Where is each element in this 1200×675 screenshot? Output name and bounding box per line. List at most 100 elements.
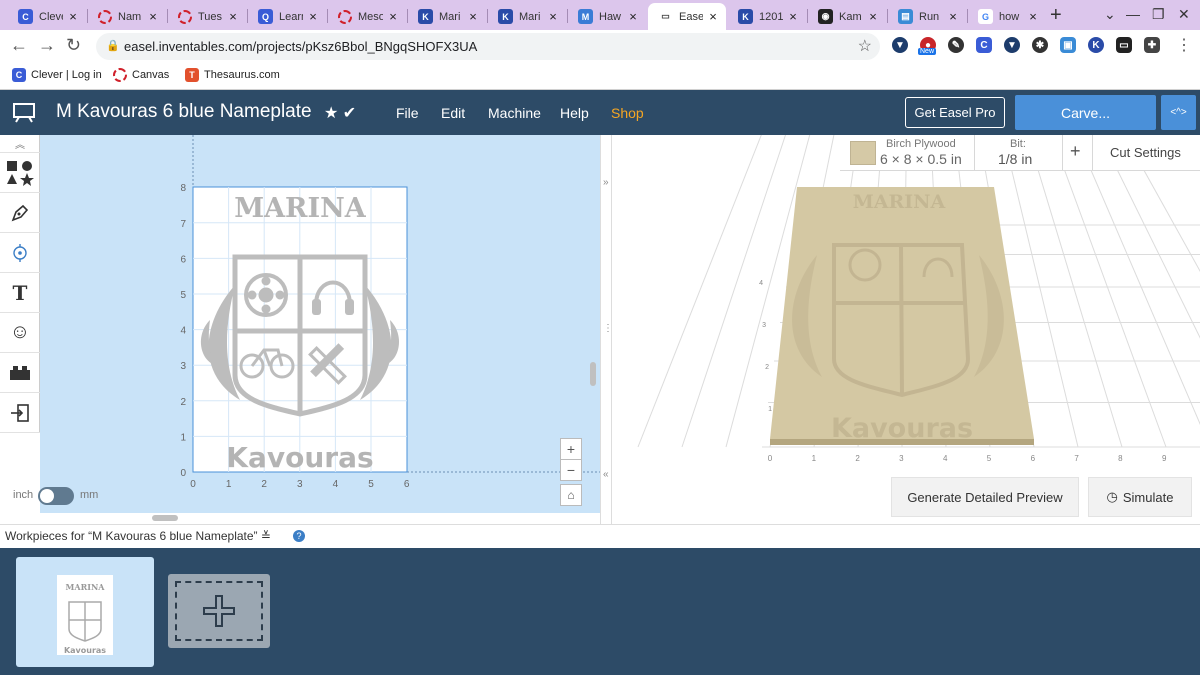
- browser-tab[interactable]: Nam ×: [88, 3, 166, 30]
- reload-icon[interactable]: ↻: [66, 35, 81, 56]
- browser-menu-icon[interactable]: ⋮: [1176, 35, 1192, 55]
- material-name[interactable]: Birch Plywood: [886, 138, 956, 150]
- shapes-icon[interactable]: [0, 153, 40, 193]
- material-size[interactable]: 6 × 8 × 0.5 in: [880, 151, 962, 167]
- close-tab-icon[interactable]: ×: [1026, 9, 1040, 24]
- favorite-star-icon[interactable]: ★ ✔: [324, 103, 356, 123]
- extension-image-icon[interactable]: ▣: [1060, 37, 1076, 53]
- zoom-in-button[interactable]: +: [560, 438, 582, 460]
- chevron-down-icon[interactable]: ≚: [261, 529, 271, 543]
- browser-toolbar: ← → ↻ 🔒 easel.inventables.com/projects/p…: [0, 30, 1200, 62]
- browser-tab[interactable]: M Haw ×: [568, 3, 646, 30]
- close-tab-icon[interactable]: ×: [226, 9, 240, 24]
- extension-shield-icon[interactable]: ▼: [892, 37, 908, 53]
- browser-tab[interactable]: K Mari ×: [488, 3, 566, 30]
- tab-title: Nam: [118, 10, 142, 23]
- tab-separator: [327, 9, 328, 23]
- back-icon[interactable]: ←: [10, 35, 28, 56]
- extensions-puzzle-icon[interactable]: ✚: [1144, 37, 1160, 53]
- horizontal-scrollbar[interactable]: [152, 515, 178, 521]
- generate-detailed-preview-button[interactable]: Generate Detailed Preview: [891, 477, 1079, 517]
- cut-settings-button[interactable]: Cut Settings: [1110, 145, 1181, 160]
- tab-search-icon[interactable]: ⌄: [1104, 6, 1116, 23]
- close-tab-icon[interactable]: ×: [946, 9, 960, 24]
- browser-tab[interactable]: Tues ×: [168, 3, 246, 30]
- vertical-scrollbar[interactable]: [590, 362, 596, 386]
- close-tab-icon[interactable]: ×: [706, 9, 720, 24]
- import-icon[interactable]: [0, 393, 40, 433]
- bookmark-clever[interactable]: C Clever | Log in: [12, 68, 102, 82]
- forward-icon[interactable]: →: [38, 35, 56, 56]
- close-tab-icon[interactable]: ×: [786, 9, 800, 24]
- extension-k-icon[interactable]: K: [1088, 37, 1104, 53]
- apps-block-icon[interactable]: [0, 353, 40, 393]
- simulate-button[interactable]: ◷ Simulate: [1088, 477, 1192, 517]
- browser-tab[interactable]: K Mari ×: [408, 3, 486, 30]
- emoji-icon[interactable]: ☺: [0, 313, 40, 353]
- restore-icon[interactable]: ❐: [1152, 6, 1165, 23]
- lock-icon[interactable]: 🔒: [106, 39, 120, 52]
- extension-shield2-icon[interactable]: ▼: [1004, 37, 1020, 53]
- close-tab-icon[interactable]: ×: [466, 9, 480, 24]
- browser-tab[interactable]: ▤ Run ×: [888, 3, 966, 30]
- close-tab-icon[interactable]: ×: [146, 9, 160, 24]
- unit-inch-label: inch: [13, 489, 34, 501]
- workpiece-thumbnail[interactable]: MARINA Kavouras: [16, 557, 154, 667]
- add-workpiece-button[interactable]: [168, 574, 270, 648]
- close-tab-icon[interactable]: ×: [386, 9, 400, 24]
- get-easel-pro-button[interactable]: Get Easel Pro: [905, 97, 1005, 128]
- new-tab-button[interactable]: +: [1050, 4, 1062, 27]
- extension-gear-icon[interactable]: ✱: [1032, 37, 1048, 53]
- close-tab-icon[interactable]: ×: [866, 9, 880, 24]
- material-swatch[interactable]: [850, 141, 876, 165]
- menu-machine[interactable]: Machine: [488, 105, 541, 121]
- extension-puzzle-dark-icon[interactable]: ✎: [948, 37, 964, 53]
- home-view-icon[interactable]: ⌂: [560, 484, 582, 506]
- workpieces-label[interactable]: Workpieces for “M Kavouras 6 blue Namepl…: [5, 529, 271, 543]
- browser-tab[interactable]: Q Learn×: [248, 3, 326, 30]
- help-icon[interactable]: ?: [293, 530, 305, 542]
- pen-tool-icon[interactable]: [0, 193, 40, 233]
- text-tool-icon[interactable]: T: [0, 273, 40, 313]
- y-tick-label: 4: [180, 326, 186, 337]
- browser-tab[interactable]: ◉ Kam ×: [808, 3, 886, 30]
- expand-left-icon[interactable]: «: [603, 469, 609, 480]
- browser-tab[interactable]: Meso ×: [328, 3, 406, 30]
- tab-separator: [407, 9, 408, 23]
- address-bar[interactable]: 🔒 easel.inventables.com/projects/pKsz6Bb…: [96, 33, 880, 60]
- bookmark-thesaurus[interactable]: T Thesaurus.com: [185, 68, 280, 82]
- project-title[interactable]: M Kavouras 6 blue Nameplate: [56, 101, 312, 123]
- easel-logo-icon[interactable]: [12, 101, 36, 123]
- menu-shop[interactable]: Shop: [611, 105, 644, 121]
- close-tab-icon[interactable]: ×: [66, 9, 80, 24]
- design-canvas[interactable]: 012345678 0123456 MARINA Kavouras: [40, 135, 600, 513]
- bit-size-select[interactable]: 1/8 in: [998, 151, 1032, 167]
- bookmark-canvas[interactable]: Canvas: [113, 68, 169, 82]
- panel-divider[interactable]: » ⋮ «: [600, 135, 613, 524]
- expand-arrows-icon[interactable]: <^>: [1161, 95, 1196, 130]
- browser-tab[interactable]: ▭ Ease ×: [648, 3, 726, 30]
- target-icon[interactable]: [0, 233, 40, 273]
- carve-preview[interactable]: 0 1 2 3 4 5 6 7 8 9 1 2 3 4 MARINA Kavouras: [612, 134, 1200, 524]
- menu-help[interactable]: Help: [560, 105, 589, 121]
- menu-edit[interactable]: Edit: [441, 105, 465, 121]
- floor-grid-line: [637, 134, 762, 448]
- browser-tab[interactable]: Ghow ×: [968, 3, 1046, 30]
- browser-tab[interactable]: C Clever×: [8, 3, 86, 30]
- minimize-icon[interactable]: —: [1126, 6, 1140, 22]
- cast-icon[interactable]: ▭: [1116, 37, 1132, 53]
- extension-clever-icon[interactable]: C: [976, 37, 992, 53]
- collapse-toolbar-icon[interactable]: ︽: [0, 135, 40, 153]
- menu-file[interactable]: File: [396, 105, 419, 121]
- close-tab-icon[interactable]: ×: [546, 9, 560, 24]
- close-window-icon[interactable]: ✕: [1178, 6, 1190, 23]
- carve-button[interactable]: Carve...: [1015, 95, 1156, 130]
- close-tab-icon[interactable]: ×: [306, 9, 320, 24]
- close-tab-icon[interactable]: ×: [626, 9, 640, 24]
- add-bit-button[interactable]: +: [1070, 141, 1081, 162]
- zoom-out-button[interactable]: −: [560, 459, 582, 481]
- expand-right-icon[interactable]: »: [603, 177, 609, 188]
- bookmark-star-icon[interactable]: ☆: [858, 36, 872, 56]
- unit-toggle[interactable]: [38, 487, 74, 505]
- browser-tab[interactable]: K 1201 ×: [728, 3, 806, 30]
